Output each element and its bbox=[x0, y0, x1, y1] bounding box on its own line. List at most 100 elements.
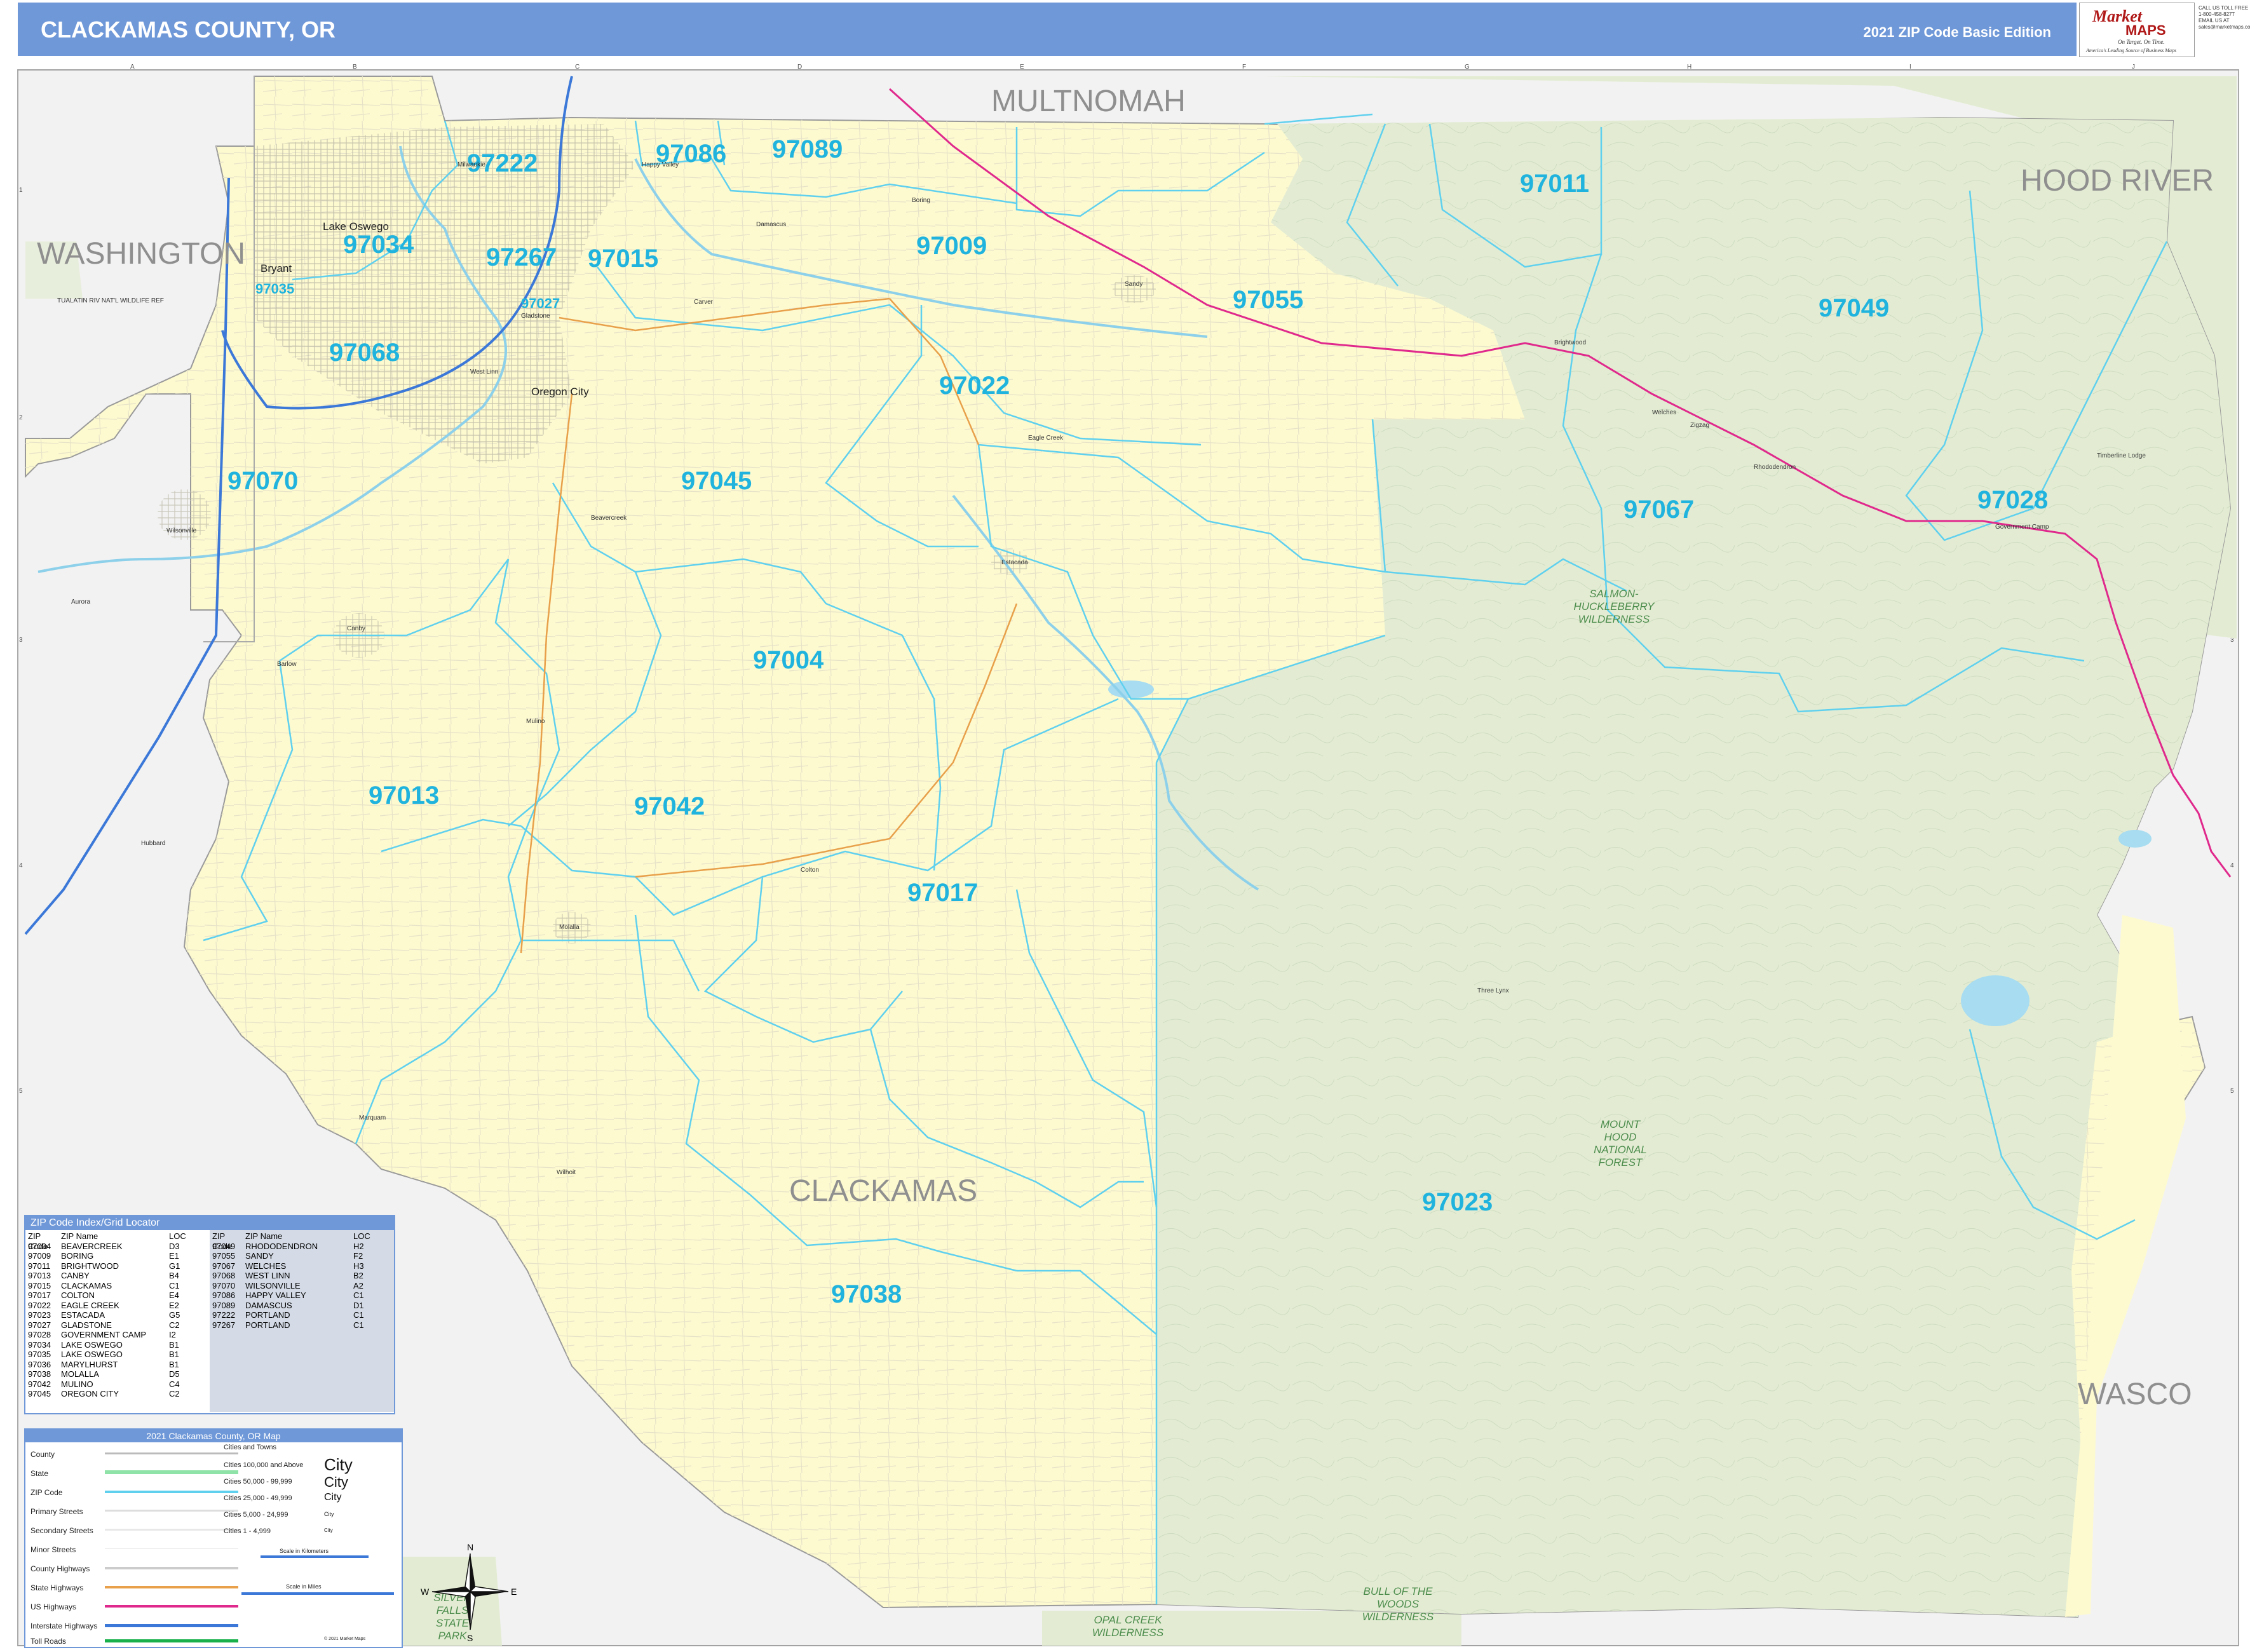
silver-falls-label: STATE bbox=[436, 1617, 470, 1629]
city-label: Estacada bbox=[1001, 559, 1028, 566]
city-label: Lake Oswego bbox=[323, 220, 389, 233]
index-cell: C4 bbox=[169, 1379, 180, 1389]
city-label: Sandy bbox=[1125, 281, 1142, 288]
grid-row-label: 4 bbox=[19, 862, 23, 869]
index-cell: GOVERNMENT CAMP bbox=[61, 1330, 147, 1339]
index-cell: C1 bbox=[169, 1280, 180, 1290]
index-cell: C1 bbox=[353, 1320, 364, 1330]
city-label: Barlow bbox=[277, 661, 297, 668]
opal-creek-label: OPAL CREEK bbox=[1094, 1614, 1162, 1626]
zip-label[interactable]: 97022 bbox=[939, 372, 1010, 400]
zip-label[interactable]: 97009 bbox=[916, 232, 987, 260]
index-cell: 97009 bbox=[28, 1251, 51, 1261]
legend-line-state-hwy bbox=[105, 1586, 238, 1588]
zip-label[interactable]: 97067 bbox=[1623, 496, 1694, 524]
index-cell: 97038 bbox=[28, 1369, 51, 1379]
mount-hood-forest-label: NATIONAL bbox=[1594, 1144, 1647, 1156]
index-row: 97089 DAMASCUS D1 bbox=[212, 1301, 394, 1311]
zip-label[interactable]: 97034 bbox=[343, 231, 414, 259]
zip-label[interactable]: 97045 bbox=[681, 467, 752, 495]
legend-city-sample: City bbox=[324, 1511, 334, 1517]
index-cell: MULINO bbox=[61, 1379, 93, 1389]
index-cell: MOLALLA bbox=[61, 1369, 99, 1379]
index-cell: BEAVERCREEK bbox=[61, 1241, 123, 1251]
index-row: 97034 LAKE OSWEGO B1 bbox=[28, 1340, 210, 1350]
legend-city-sample: City bbox=[324, 1492, 342, 1503]
city-label: Canby bbox=[347, 625, 365, 632]
city-label: Eagle Creek bbox=[1028, 435, 1064, 442]
legend-line-primary bbox=[105, 1510, 238, 1512]
index-cell: COLTON bbox=[61, 1290, 95, 1300]
index-cell: CLACKAMAS bbox=[61, 1280, 112, 1290]
city-label: Hubbard bbox=[141, 840, 165, 847]
zip-label[interactable]: 97017 bbox=[907, 879, 978, 907]
zip-label[interactable]: 97267 bbox=[486, 243, 557, 271]
compass-s: S bbox=[467, 1633, 473, 1643]
zip-label[interactable]: 97070 bbox=[227, 467, 298, 495]
zip-label[interactable]: 97089 bbox=[772, 135, 843, 163]
city-label: Welches bbox=[1652, 409, 1676, 416]
scale-bar-mi bbox=[241, 1592, 394, 1595]
index-header: ZIP Name bbox=[61, 1231, 98, 1241]
index-cell: 97023 bbox=[28, 1310, 51, 1320]
legend-city-class: Cities 50,000 - 99,999 bbox=[224, 1478, 292, 1486]
zip-label[interactable]: 97038 bbox=[831, 1280, 902, 1308]
index-cell: 97011 bbox=[28, 1261, 51, 1271]
index-row: 97004 BEAVERCREEK D3 bbox=[28, 1242, 210, 1252]
index-cell: C2 bbox=[169, 1320, 180, 1330]
index-cell: MARYLHURST bbox=[61, 1359, 118, 1369]
lake-small bbox=[2118, 830, 2152, 848]
zip-label[interactable]: 97013 bbox=[369, 782, 439, 809]
county-label-hood-river: HOOD RIVER bbox=[2021, 164, 2214, 198]
zip-label[interactable]: 97028 bbox=[1977, 486, 2048, 514]
index-header: ZIP Code bbox=[212, 1231, 233, 1251]
city-label: Boring bbox=[912, 197, 930, 204]
grid-row-label: 5 bbox=[2230, 1088, 2234, 1095]
zip-label-small[interactable]: 97027 bbox=[521, 295, 560, 311]
index-cell: C2 bbox=[169, 1389, 180, 1398]
legend-title: 2021 Clackamas County, OR Map bbox=[25, 1430, 402, 1442]
city-label: Happy Valley bbox=[642, 161, 679, 168]
index-cell: PORTLAND bbox=[245, 1320, 290, 1330]
legend-copyright: © 2021 Market Maps bbox=[324, 1637, 366, 1641]
county-label-wasco: WASCO bbox=[2078, 1378, 2192, 1411]
index-cell: 97028 bbox=[28, 1330, 51, 1339]
index-cell: 97070 bbox=[212, 1280, 236, 1290]
index-cell: I2 bbox=[169, 1330, 176, 1339]
legend-item: US Highways bbox=[30, 1602, 77, 1611]
index-cell: DAMASCUS bbox=[245, 1300, 292, 1310]
salmon-huckleberry-label: WILDERNESS bbox=[1578, 613, 1650, 625]
zip-label[interactable]: 97068 bbox=[329, 339, 400, 367]
zip-label[interactable]: 97055 bbox=[1233, 286, 1303, 314]
grid-col-label: I bbox=[1909, 64, 1911, 71]
index-row: 97267 PORTLAND C1 bbox=[212, 1320, 394, 1330]
timothy-lake bbox=[1961, 975, 2030, 1026]
zip-label[interactable]: 97042 bbox=[634, 792, 705, 820]
city-label: Brightwood bbox=[1554, 339, 1586, 346]
zip-label[interactable]: 97023 bbox=[1422, 1188, 1493, 1216]
legend-item: County Highways bbox=[30, 1564, 90, 1573]
index-header: LOC bbox=[353, 1231, 370, 1241]
zip-label-small[interactable]: 97035 bbox=[255, 281, 294, 297]
city-label: Colton bbox=[801, 867, 819, 874]
legend-city-sample: City bbox=[324, 1474, 348, 1490]
legend-line-secondary bbox=[105, 1529, 238, 1531]
bull-woods-label: BULL OF THE bbox=[1364, 1585, 1433, 1597]
index-cell: 97034 bbox=[28, 1339, 51, 1350]
index-cell: E1 bbox=[169, 1251, 179, 1261]
index-cell: 97035 bbox=[28, 1350, 51, 1359]
grid-row-label: 4 bbox=[2230, 862, 2234, 869]
zip-label[interactable]: 97049 bbox=[1819, 294, 1889, 322]
index-cell: B1 bbox=[169, 1339, 179, 1350]
zip-label[interactable]: 97004 bbox=[753, 646, 824, 674]
index-cell: A2 bbox=[353, 1280, 363, 1290]
city-label: Damascus bbox=[756, 221, 786, 228]
legend-scale-mi: Scale in Miles bbox=[286, 1583, 322, 1590]
salmon-huckleberry-label: HUCKLEBERRY bbox=[1574, 600, 1656, 613]
zip-label[interactable]: 97011 bbox=[1520, 170, 1589, 198]
zip-label[interactable]: 97015 bbox=[588, 245, 658, 273]
grid-col-label: E bbox=[1020, 64, 1024, 71]
index-cell: CANBY bbox=[61, 1271, 90, 1280]
grid-col-label: B bbox=[353, 64, 357, 71]
index-cell: LAKE OSWEGO bbox=[61, 1350, 123, 1359]
